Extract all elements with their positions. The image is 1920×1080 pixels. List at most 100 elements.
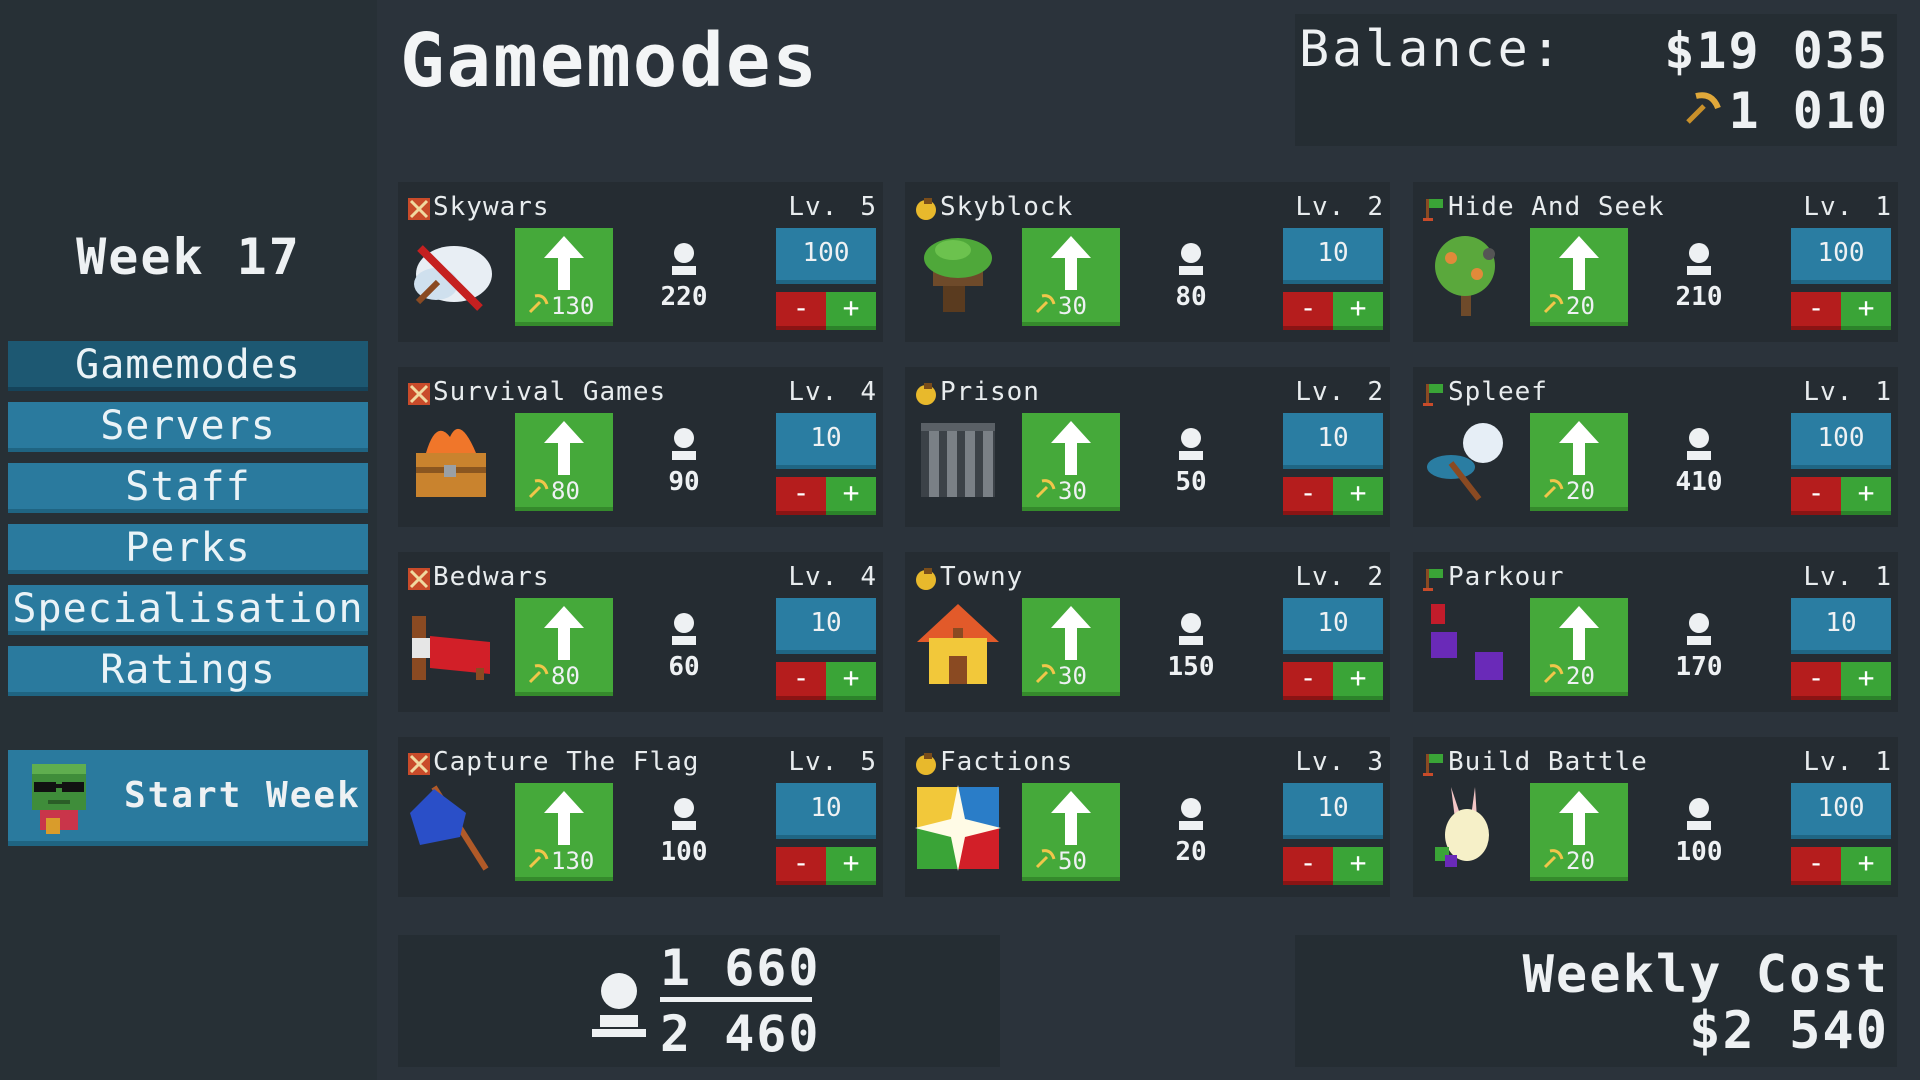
decrease-price-button[interactable]: - (1791, 477, 1841, 515)
upgrade-button[interactable]: 20 (1530, 783, 1628, 881)
increase-price-button[interactable]: + (826, 292, 876, 330)
upgrade-button[interactable]: 30 (1022, 413, 1120, 511)
price-value[interactable]: 10 (1283, 783, 1383, 839)
nav-servers[interactable]: Servers (8, 402, 368, 452)
level-value: 3 (1367, 747, 1384, 777)
nav-staff[interactable]: Staff (8, 463, 368, 513)
price-value[interactable]: 10 (1283, 228, 1383, 284)
increase-price-button[interactable]: + (1333, 847, 1383, 885)
level-indicator: Lv. 4 (788, 377, 877, 407)
floating-island-icon (913, 228, 1003, 318)
decrease-price-button[interactable]: - (1283, 662, 1333, 700)
player-count: 20 (1153, 797, 1229, 867)
decrease-price-button[interactable]: - (1791, 292, 1841, 330)
up-arrow-icon (1047, 789, 1095, 851)
person-icon (1174, 243, 1208, 280)
flag-icon (1421, 751, 1447, 781)
person-icon (590, 971, 648, 1043)
cloud-sword-icon (406, 228, 496, 318)
price-value[interactable]: 10 (776, 413, 876, 469)
upgrade-button[interactable]: 130 (515, 228, 613, 326)
increase-price-button[interactable]: + (1333, 292, 1383, 330)
person-icon (667, 428, 701, 465)
decrease-price-button[interactable]: - (1791, 847, 1841, 885)
price-value[interactable]: 10 (1283, 413, 1383, 469)
pickaxe-icon (1542, 292, 1564, 320)
upgrade-cost-value: 80 (551, 477, 580, 505)
level-indicator: Lv. 5 (788, 747, 877, 777)
person-icon (1174, 798, 1208, 835)
increase-price-button[interactable]: + (1841, 477, 1891, 515)
decrease-price-button[interactable]: - (1283, 292, 1333, 330)
increase-price-button[interactable]: + (1841, 662, 1891, 700)
upgrade-button[interactable]: 130 (515, 783, 613, 881)
gamemode-card: Skywars Lv. 5 130 220 100 - + (398, 182, 883, 342)
price-value[interactable]: 10 (1283, 598, 1383, 654)
increase-price-button[interactable]: + (1333, 477, 1383, 515)
gamemode-card: Towny Lv. 2 30 150 10 - + (905, 552, 1390, 712)
increase-price-button[interactable]: + (826, 477, 876, 515)
price-value[interactable]: 100 (1791, 228, 1891, 284)
increase-price-button[interactable]: + (826, 662, 876, 700)
level-value: 1 (1875, 747, 1892, 777)
pickaxe-icon (1034, 292, 1056, 320)
upgrade-button[interactable]: 30 (1022, 228, 1120, 326)
coin-icon (913, 381, 939, 411)
price-value[interactable]: 10 (1791, 598, 1891, 654)
level-label: Lv. (1803, 192, 1854, 222)
nav-gamemodes[interactable]: Gamemodes (8, 341, 368, 391)
upgrade-button[interactable]: 50 (1022, 783, 1120, 881)
start-week-button[interactable]: Start Week (8, 750, 368, 846)
price-value[interactable]: 100 (1791, 413, 1891, 469)
nav-ratings[interactable]: Ratings (8, 646, 368, 696)
nav-perks[interactable]: Perks (8, 524, 368, 574)
up-arrow-icon (540, 234, 588, 296)
decrease-price-button[interactable]: - (1283, 847, 1333, 885)
pickaxe-icon (1542, 662, 1564, 690)
price-value[interactable]: 100 (776, 228, 876, 284)
level-value: 5 (860, 747, 877, 777)
players-capacity: 2 460 (660, 1005, 821, 1063)
upgrade-button[interactable]: 20 (1530, 228, 1628, 326)
upgrade-cost: 30 (1034, 662, 1087, 690)
upgrade-button[interactable]: 20 (1530, 413, 1628, 511)
upgrade-cost-value: 50 (1058, 847, 1087, 875)
upgrade-button[interactable]: 30 (1022, 598, 1120, 696)
upgrade-cost-value: 30 (1058, 662, 1087, 690)
person-icon (667, 798, 701, 835)
price-value[interactable]: 100 (1791, 783, 1891, 839)
upgrade-cost: 20 (1542, 662, 1595, 690)
decrease-price-button[interactable]: - (1791, 662, 1841, 700)
increase-price-button[interactable]: + (826, 847, 876, 885)
decrease-price-button[interactable]: - (776, 847, 826, 885)
player-count-value: 150 (1167, 652, 1215, 682)
decrease-price-button[interactable]: - (776, 662, 826, 700)
level-value: 1 (1875, 562, 1892, 592)
level-value: 2 (1367, 377, 1384, 407)
nav-specialisation[interactable]: Specialisation (8, 585, 368, 635)
price-value[interactable]: 10 (776, 598, 876, 654)
decrease-price-button[interactable]: - (776, 292, 826, 330)
increase-price-button[interactable]: + (1841, 292, 1891, 330)
coin-icon (913, 751, 939, 781)
person-icon (1682, 428, 1716, 465)
coin-icon (913, 196, 939, 226)
upgrade-button[interactable]: 20 (1530, 598, 1628, 696)
price-value[interactable]: 10 (776, 783, 876, 839)
player-totals-panel: 1 660 2 460 (398, 935, 1000, 1067)
gamemode-card: Survival Games Lv. 4 80 90 10 - + (398, 367, 883, 527)
player-count-value: 410 (1675, 467, 1723, 497)
decrease-price-button[interactable]: - (1283, 477, 1333, 515)
level-label: Lv. (788, 747, 839, 777)
upgrade-cost-value: 130 (551, 847, 595, 875)
decrease-price-button[interactable]: - (776, 477, 826, 515)
upgrade-cost: 80 (527, 477, 580, 505)
increase-price-button[interactable]: + (1333, 662, 1383, 700)
gamemode-name: Prison (940, 377, 1040, 407)
house-icon (913, 598, 1003, 688)
upgrade-button[interactable]: 80 (515, 413, 613, 511)
crossed-swords-icon (406, 196, 432, 226)
upgrade-button[interactable]: 80 (515, 598, 613, 696)
player-count-value: 60 (668, 652, 700, 682)
increase-price-button[interactable]: + (1841, 847, 1891, 885)
